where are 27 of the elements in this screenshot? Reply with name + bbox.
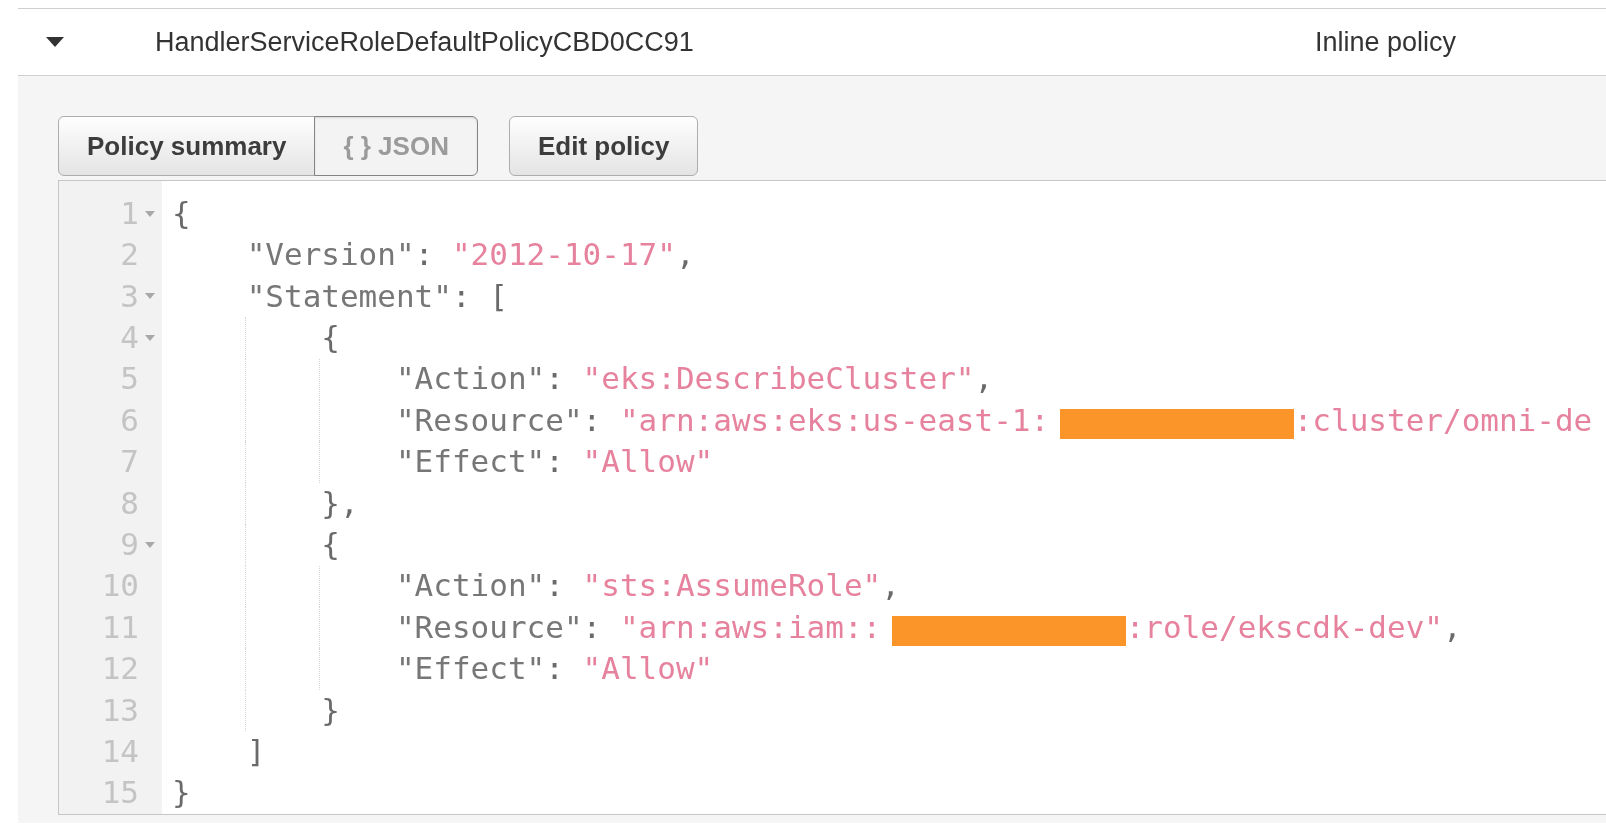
fold-caret-icon[interactable] (145, 334, 155, 341)
policy-name: HandlerServiceRoleDefaultPolicyCBD0CC91 (155, 26, 695, 58)
code-text: { (321, 527, 340, 563)
code-text: "Resource": "arn:aws:eks:us-east-1: (395, 402, 1050, 439)
code-text: } (321, 692, 340, 729)
code-text: "Version": "2012-10-17", (246, 237, 695, 273)
code-text: "Action": "eks:DescribeCluster", (395, 361, 994, 398)
code-text: :role/ekscdk-dev", (1125, 609, 1462, 646)
fold-caret-icon[interactable] (145, 293, 155, 300)
code-text: :cluster/omni-de (1293, 402, 1593, 439)
view-tab[interactable]: Policy summary (58, 116, 316, 176)
code-text: "Effect": "Allow" (395, 651, 714, 687)
code-text: "Statement": [ (246, 278, 508, 315)
policy-type: Inline policy (1315, 26, 1457, 58)
code-text: }, (321, 485, 359, 522)
expand-caret-icon[interactable] (46, 37, 64, 47)
edit-policy-button[interactable]: Edit policy (508, 116, 699, 176)
code-text: { (321, 320, 340, 356)
code-text: "Resource": "arn:aws:iam:: (395, 609, 882, 646)
fold-caret-icon[interactable] (145, 210, 155, 217)
code-editor[interactable] (58, 180, 1606, 815)
code-text: "Effect": "Allow" (395, 444, 714, 480)
code-text: } (172, 775, 191, 811)
code-text: "Action": "sts:AssumeRole", (395, 568, 900, 605)
fold-caret-icon[interactable] (145, 541, 155, 548)
code-text: ] (246, 733, 266, 770)
code-text: { (172, 195, 191, 232)
